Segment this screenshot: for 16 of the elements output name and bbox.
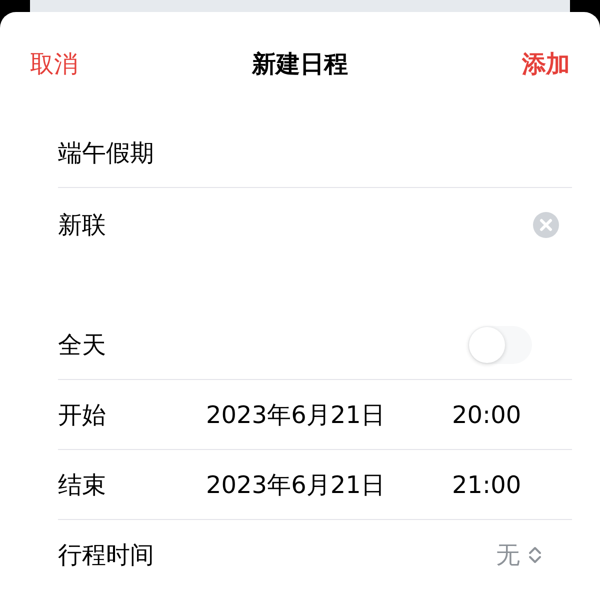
time-label: 开始 <box>58 400 107 430</box>
sheet-title: 新建日程 <box>252 49 348 80</box>
cancel-button[interactable]: 取消 <box>30 46 78 82</box>
time-value[interactable]: 21:00 <box>452 466 522 502</box>
chevron-up-down-icon <box>528 545 542 565</box>
clear-icon[interactable] <box>532 211 560 239</box>
time-value[interactable]: 20:00 <box>452 396 522 432</box>
date-value[interactable]: 2023年6月21日 <box>206 396 452 432</box>
date-value[interactable]: 2023年6月21日 <box>206 466 452 502</box>
add-button[interactable]: 添加 <box>522 46 570 82</box>
all-day-toggle[interactable] <box>468 326 532 364</box>
time-label: 结束 <box>58 470 107 500</box>
title-field[interactable]: 端午假期 <box>58 134 358 170</box>
travel-time-label: 行程时间 <box>58 540 154 571</box>
all-day-label: 全天 <box>58 330 106 360</box>
location-field[interactable]: 新联 <box>58 207 358 243</box>
